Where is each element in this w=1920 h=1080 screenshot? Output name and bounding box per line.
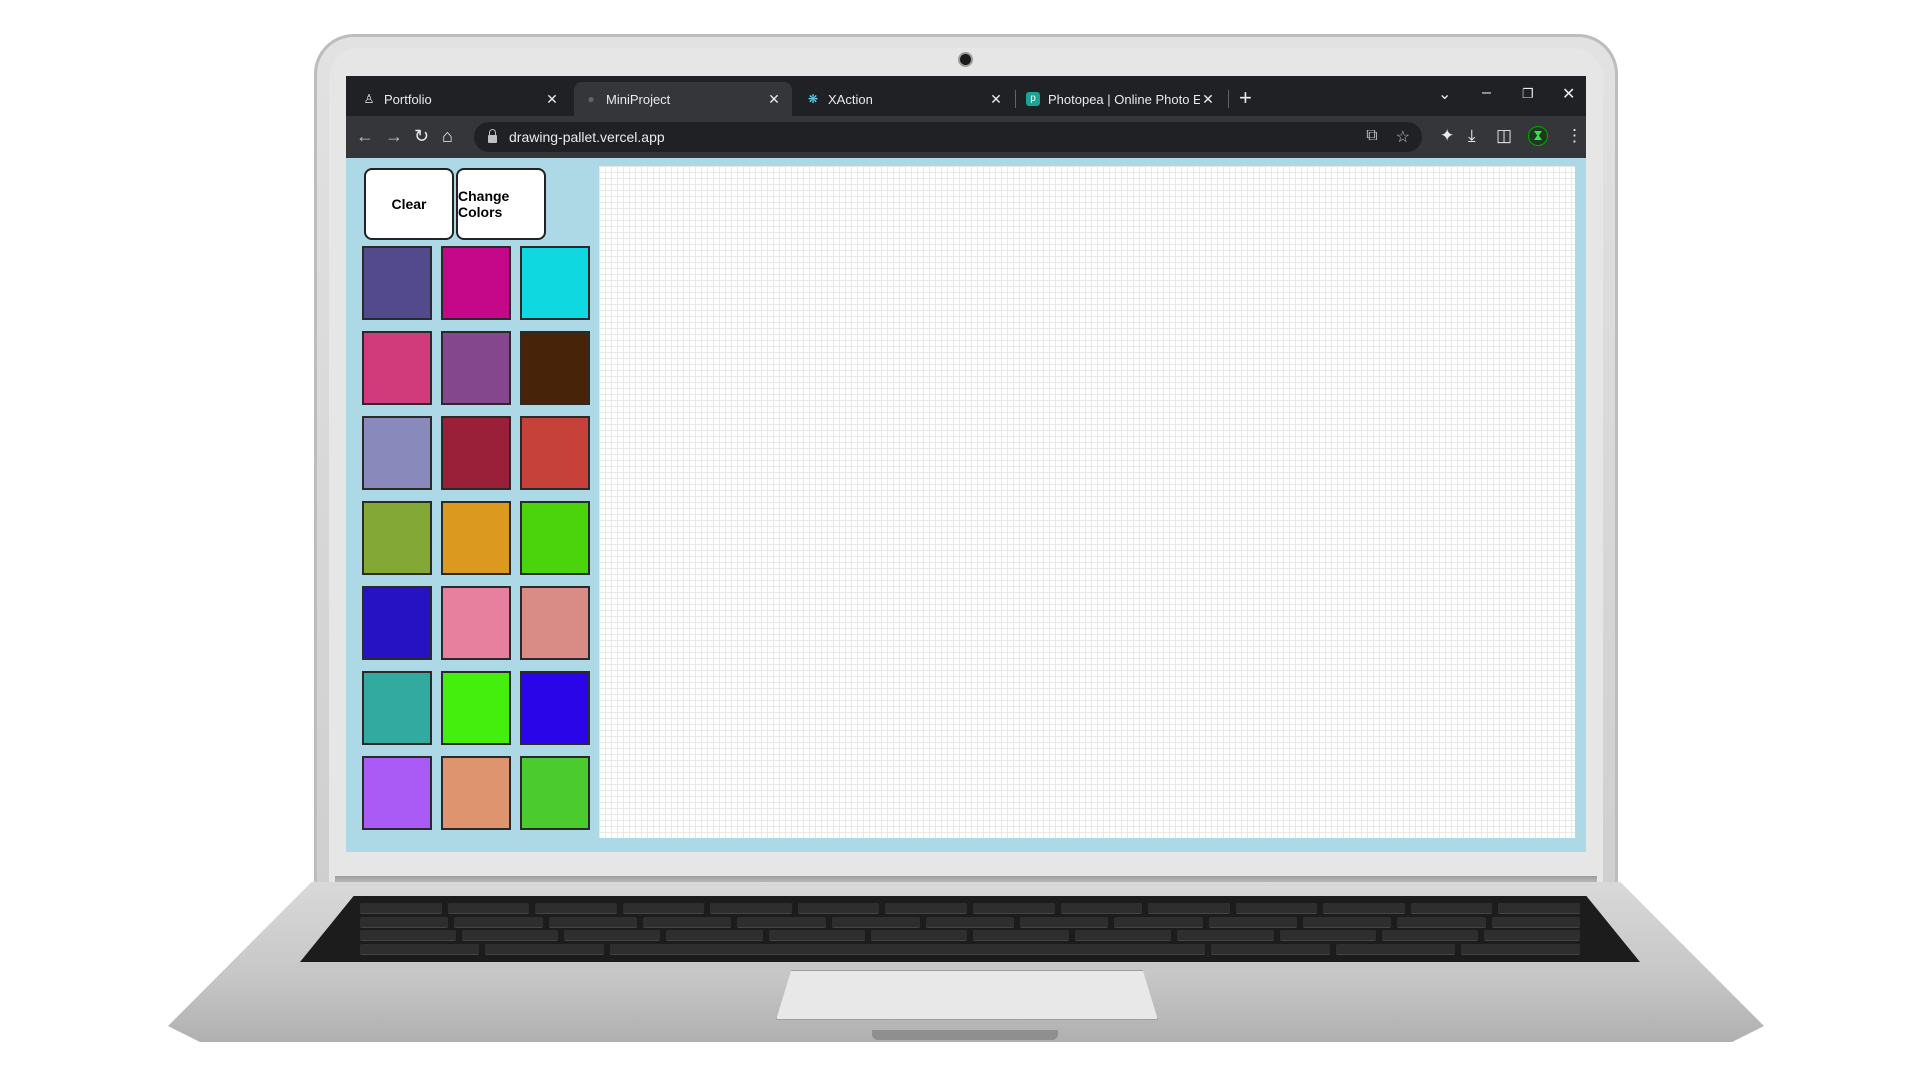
back-icon[interactable]: ← [356,126,374,146]
lock-icon [488,129,497,143]
tab-title: MiniProject [606,91,671,107]
color-swatch[interactable] [362,416,432,490]
home-icon[interactable]: ⌂ [442,126,453,146]
tab-miniproject[interactable]: ● MiniProject ✕ [574,82,792,116]
tab-title: Photopea | Online Photo Editor [1048,91,1200,107]
tab-portfolio[interactable]: ♙ Portfolio ✕ [352,82,570,116]
browser-toolbar: ← → ↻ ⌂ drawing-pallet.vercel.app ⧉ ☆ ✦ … [346,116,1586,158]
extensions-icon[interactable]: ✦ [1440,126,1454,146]
window-close-icon[interactable]: ✕ [1562,84,1575,104]
color-swatch[interactable] [520,756,590,830]
color-swatch[interactable] [441,671,511,745]
page-content: Clear Change Colors [346,158,1586,852]
tab-strip: ♙ Portfolio ✕ ● MiniProject ✕ ❋ XAction … [346,76,1586,116]
color-swatch[interactable] [520,671,590,745]
color-swatch[interactable] [441,246,511,320]
globe-icon: ● [587,92,595,106]
menu-kebab-icon[interactable]: ⋮ [1566,126,1583,146]
color-swatch[interactable] [441,586,511,660]
color-swatch[interactable] [441,416,511,490]
color-swatch[interactable] [362,331,432,405]
user-icon: ♙ [363,92,375,106]
color-swatch[interactable] [441,756,511,830]
color-swatch[interactable] [520,416,590,490]
reload-icon[interactable]: ↻ [414,126,429,146]
color-swatch[interactable] [520,246,590,320]
url-text: drawing-pallet.vercel.app [509,129,665,145]
browser-window: ♙ Portfolio ✕ ● MiniProject ✕ ❋ XAction … [346,76,1586,852]
share-icon[interactable]: ⧉ [1366,127,1377,147]
keyboard [300,896,1640,962]
tab-xaction[interactable]: ❋ XAction ✕ [796,82,1014,116]
color-swatch[interactable] [362,756,432,830]
download-icon[interactable]: ⤓ [1468,126,1476,146]
color-swatch[interactable] [520,586,590,660]
restore-icon[interactable]: ❐ [1522,86,1534,102]
tab-title: Portfolio [384,91,432,107]
color-swatch[interactable] [362,586,432,660]
close-icon[interactable]: ✕ [766,91,782,108]
react-icon: ❋ [807,92,819,106]
trackpad [776,970,1158,1020]
color-swatch[interactable] [362,501,432,575]
forward-icon[interactable]: → [385,126,403,146]
close-icon[interactable]: ✕ [1200,91,1216,108]
clear-button[interactable]: Clear [364,168,454,240]
close-icon[interactable]: ✕ [988,91,1004,108]
photopea-icon: p [1026,92,1040,106]
profile-avatar[interactable] [1528,126,1548,146]
color-swatch[interactable] [362,671,432,745]
change-colors-button[interactable]: Change Colors [456,168,546,240]
webcam-icon [960,54,971,65]
color-swatch[interactable] [441,501,511,575]
close-icon[interactable]: ✕ [544,91,560,108]
new-tab-button[interactable]: + [1239,84,1252,112]
tab-separator [1228,90,1229,108]
minimize-icon[interactable]: – [1482,84,1491,102]
color-swatch[interactable] [520,501,590,575]
tab-title: XAction [828,91,873,107]
color-swatch[interactable] [520,331,590,405]
color-swatch[interactable] [441,331,511,405]
tab-search-icon[interactable]: ⌄ [1438,84,1451,104]
side-panel-icon[interactable]: ◫ [1496,126,1512,146]
drawing-canvas[interactable] [599,166,1575,838]
laptop-foot [872,1030,1058,1040]
address-bar[interactable]: drawing-pallet.vercel.app ⧉ ☆ [474,122,1422,152]
color-swatch[interactable] [362,246,432,320]
tab-photopea[interactable]: p Photopea | Online Photo Editor ✕ [1016,82,1226,116]
bookmark-star-icon[interactable]: ☆ [1396,127,1410,147]
